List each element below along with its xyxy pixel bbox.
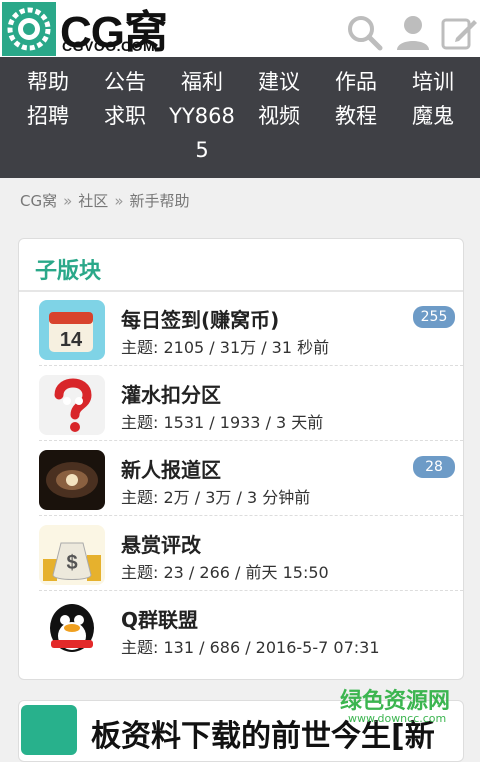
forum-row[interactable]: 14 每日签到(赚窝币) 主题: 2105 / 31万 / 31 秒前 255 xyxy=(19,292,463,366)
row-divider xyxy=(39,590,463,591)
top-header: CG窝 CGVOO.COM xyxy=(0,0,480,57)
user-icon[interactable] xyxy=(394,14,432,52)
forum-stats: 主题: 131 / 686 / 2016-5-7 07:31 xyxy=(121,638,380,657)
nav-item-job-seek[interactable]: 求职 xyxy=(85,99,165,133)
search-icon[interactable] xyxy=(346,14,384,52)
edit-icon[interactable] xyxy=(440,14,478,52)
breadcrumb-current: 新手帮助 xyxy=(129,192,190,210)
forum-row[interactable]: 灌水扣分区 主题: 1531 / 1933 / 3 天前 xyxy=(19,367,463,441)
question-mascot-icon xyxy=(39,375,105,435)
subforum-card: 子版块 14 每日签到(赚窝币) 主题: 2105 / 31万 / 31 秒前 … xyxy=(18,238,464,680)
forum-name: 灌水扣分区 xyxy=(121,383,221,407)
money-bag-icon: $ xyxy=(39,525,105,585)
forum-stats: 主题: 1531 / 1933 / 3 天前 xyxy=(121,413,324,432)
row-divider xyxy=(39,365,463,366)
new-posts-badge: 255 xyxy=(413,306,455,328)
watermark-url: www.downcc.com xyxy=(348,712,447,725)
nav-item-devil[interactable]: 魔鬼 xyxy=(393,99,473,133)
qq-penguin-icon xyxy=(39,600,105,660)
nav-item-welfare[interactable]: 福利 xyxy=(162,65,242,99)
nav-item-tutorial[interactable]: 教程 xyxy=(316,99,396,133)
nav-item-help[interactable]: 帮助 xyxy=(8,65,88,99)
breadcrumb: CG窝 » 社区 » 新手帮助 xyxy=(20,190,190,211)
breadcrumb-separator: » xyxy=(63,192,73,210)
nav-item-training[interactable]: 培训 xyxy=(393,65,473,99)
forum-name: 新人报道区 xyxy=(121,458,221,482)
forum-name: Q群联盟 xyxy=(121,608,199,632)
logo-subtitle: CGVOO.COM xyxy=(62,38,156,54)
forum-name: 悬赏评改 xyxy=(121,533,201,557)
nav-item-works[interactable]: 作品 xyxy=(316,65,396,99)
nav-item-yy-wrap[interactable]: 5 xyxy=(162,133,242,167)
main-nav: 帮助 公告 福利 建议 作品 培训 招聘 求职 YY868 视频 教程 魔鬼 5 xyxy=(0,57,480,178)
svg-text:14: 14 xyxy=(60,329,83,351)
nav-item-suggestion[interactable]: 建议 xyxy=(239,65,319,99)
galaxy-icon xyxy=(39,450,105,510)
nav-item-yy[interactable]: YY868 xyxy=(162,99,242,133)
nav-item-recruit[interactable]: 招聘 xyxy=(8,99,88,133)
card-category-icon xyxy=(21,705,77,755)
forum-stats: 主题: 23 / 266 / 前天 15:50 xyxy=(121,563,329,582)
forum-stats: 主题: 2万 / 3万 / 3 分钟前 xyxy=(121,488,311,507)
row-divider xyxy=(39,440,463,441)
breadcrumb-community[interactable]: 社区 xyxy=(78,192,108,210)
new-posts-badge: 28 xyxy=(413,456,455,478)
logo-gear-icon[interactable] xyxy=(2,2,56,56)
forum-stats: 主题: 2105 / 31万 / 31 秒前 xyxy=(121,338,330,357)
forum-name: 每日签到(赚窝币) xyxy=(121,308,280,332)
nav-item-video[interactable]: 视频 xyxy=(239,99,319,133)
breadcrumb-home[interactable]: CG窝 xyxy=(20,192,57,210)
row-divider xyxy=(39,515,463,516)
nav-item-announcement[interactable]: 公告 xyxy=(85,65,165,99)
watermark-title: 绿色资源网 xyxy=(340,689,451,714)
forum-row[interactable]: 新人报道区 主题: 2万 / 3万 / 3 分钟前 28 xyxy=(19,442,463,516)
forum-row[interactable]: $ 悬赏评改 主题: 23 / 266 / 前天 15:50 xyxy=(19,517,463,591)
section-title: 子版块 xyxy=(35,259,102,284)
breadcrumb-separator: » xyxy=(114,192,124,210)
calendar-icon: 14 xyxy=(39,300,105,360)
svg-text:$: $ xyxy=(66,552,77,574)
forum-row[interactable]: Q群联盟 主题: 131 / 686 / 2016-5-7 07:31 xyxy=(19,592,463,666)
